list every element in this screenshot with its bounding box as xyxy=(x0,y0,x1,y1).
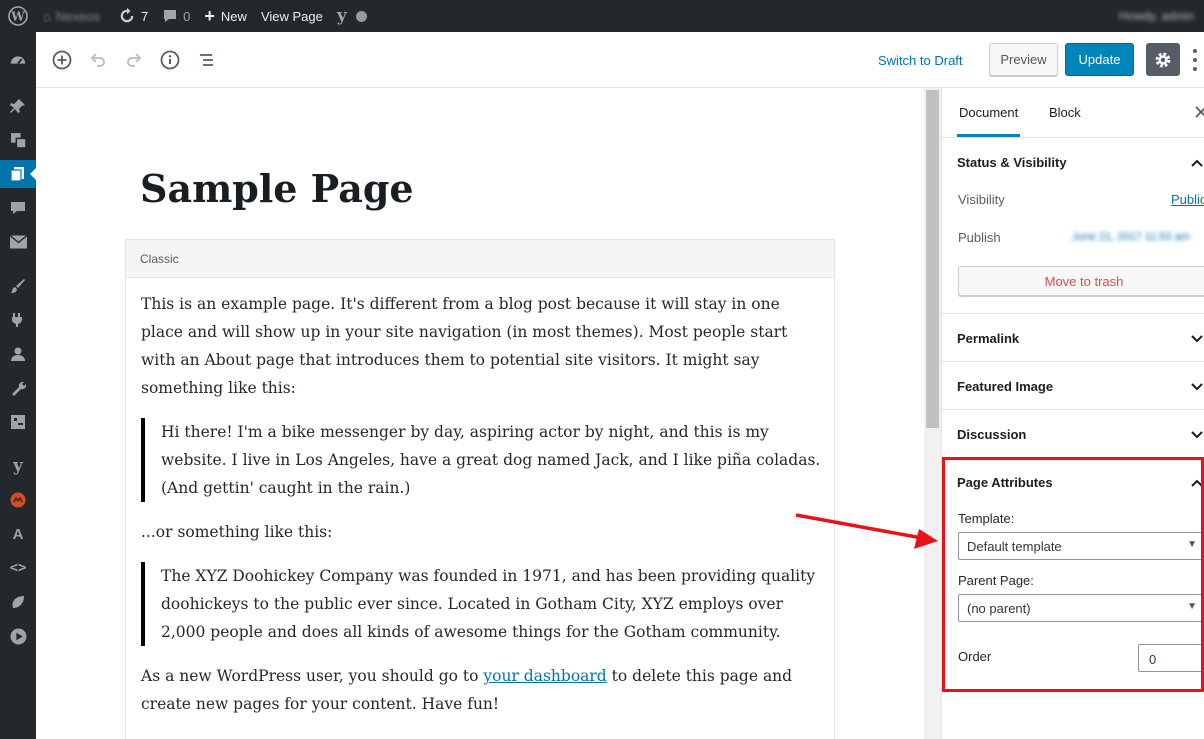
chevron-down-icon[interactable] xyxy=(1190,332,1204,346)
paragraph: ...or something like this: xyxy=(141,523,333,541)
preview-button[interactable]: Preview xyxy=(989,43,1058,76)
permalink-panel: Permalink xyxy=(942,314,1204,362)
info-icon[interactable] xyxy=(158,48,182,72)
publish-label: Publish xyxy=(958,230,1001,245)
new-label: New xyxy=(220,8,247,24)
new-content-link[interactable]: + New xyxy=(197,0,254,32)
updates-link[interactable]: 7 xyxy=(111,0,155,32)
undo-icon[interactable] xyxy=(86,48,110,72)
content-scrollbar[interactable] xyxy=(924,88,941,739)
settings-gear-button[interactable] xyxy=(1146,43,1180,76)
yoast-menu-icon[interactable]: y xyxy=(0,452,36,480)
blockquote-text: The XYZ Doohickey Company was founded in… xyxy=(161,567,816,641)
update-button[interactable]: Update xyxy=(1065,43,1134,76)
featured-image-toggle[interactable]: Featured Image xyxy=(957,379,1053,394)
chevron-down-icon[interactable] xyxy=(1190,380,1204,394)
red-arrow-annotation xyxy=(795,513,938,549)
comments-count: 0 xyxy=(183,8,191,24)
highlight-box xyxy=(942,457,1204,692)
sidebar-tabs: Document Block xyxy=(942,88,1204,138)
classic-block-content[interactable]: This is an example page. It's different … xyxy=(141,290,826,734)
page-title[interactable]: Sample Page xyxy=(140,166,414,211)
leaf-icon[interactable] xyxy=(0,588,36,616)
chevron-up-icon[interactable] xyxy=(1190,156,1204,170)
move-to-trash-button[interactable]: Move to trash xyxy=(958,266,1204,296)
refresh-icon xyxy=(120,7,134,23)
block-navigation-icon[interactable] xyxy=(194,48,218,72)
featured-image-panel: Featured Image xyxy=(942,362,1204,410)
blockquote: Hi there! I'm a bike messenger by day, a… xyxy=(141,418,826,502)
admin-bar: W ⌂ Nexeos 7 0 + New View Page y Howdy, … xyxy=(0,0,1204,32)
visibility-label: Visibility xyxy=(958,192,1005,207)
blockquote: The XYZ Doohickey Company was founded in… xyxy=(141,562,826,646)
comments-link[interactable]: 0 xyxy=(155,0,197,32)
code-icon[interactable]: <> xyxy=(0,554,36,582)
visibility-value-link[interactable]: Public xyxy=(1171,192,1204,207)
users-icon[interactable] xyxy=(0,340,36,368)
pages-icon[interactable] xyxy=(0,160,36,188)
view-page-link[interactable]: View Page xyxy=(254,0,330,32)
svg-text:W: W xyxy=(10,10,25,24)
blockquote-text: Hi there! I'm a bike messenger by day, a… xyxy=(161,423,821,497)
font-icon[interactable]: A xyxy=(0,520,36,548)
classic-block[interactable]: Classic This is an example page. It's di… xyxy=(125,239,835,739)
switch-to-draft-link[interactable]: Switch to Draft xyxy=(878,53,963,68)
add-block-icon[interactable] xyxy=(50,48,74,72)
pin-icon[interactable] xyxy=(0,92,36,120)
admin-menu: y A <> xyxy=(0,32,36,739)
mail-icon[interactable] xyxy=(0,228,36,256)
howdy-account[interactable]: Howdy, admin xyxy=(1119,0,1194,32)
scrollbar-thumb[interactable] xyxy=(926,90,939,428)
play-icon[interactable] xyxy=(0,622,36,650)
tab-block[interactable]: Block xyxy=(1049,88,1081,138)
paragraph: As a new WordPress user, you should go t… xyxy=(141,662,826,718)
discussion-panel: Discussion xyxy=(942,410,1204,458)
updates-count: 7 xyxy=(140,8,149,24)
editor-header: Switch to Draft Preview Update xyxy=(36,32,1204,88)
close-icon[interactable] xyxy=(1192,102,1204,122)
settings-menu-icon[interactable] xyxy=(0,408,36,436)
more-menu-icon[interactable] xyxy=(1188,46,1202,74)
wordpress-logo-icon[interactable]: W xyxy=(0,0,36,32)
plus-icon: + xyxy=(204,5,215,26)
gear-icon xyxy=(1155,52,1171,67)
circle-plugin-icon[interactable] xyxy=(0,486,36,514)
discussion-toggle[interactable]: Discussion xyxy=(957,427,1026,442)
seo-status-dot xyxy=(354,0,369,32)
chevron-down-icon[interactable] xyxy=(1190,428,1204,442)
comment-icon xyxy=(164,10,177,22)
site-name: Nexeos xyxy=(55,8,100,24)
site-name-link[interactable]: ⌂ Nexeos xyxy=(36,0,107,32)
paragraph: This is an example page. It's different … xyxy=(141,295,788,397)
permalink-toggle[interactable]: Permalink xyxy=(957,331,1019,346)
media-icon[interactable] xyxy=(0,126,36,154)
editor-content: Sample Page Classic This is an example p… xyxy=(36,88,924,739)
comments-menu-icon[interactable] xyxy=(0,194,36,222)
dashboard-link[interactable]: your dashboard xyxy=(483,667,606,685)
paragraph-text: As a new WordPress user, you should go t… xyxy=(141,667,484,685)
redo-icon[interactable] xyxy=(122,48,146,72)
publish-date-link[interactable]: June 21, 2017 11:53 am xyxy=(1072,231,1190,243)
tools-icon[interactable] xyxy=(0,374,36,402)
home-icon: ⌂ xyxy=(43,8,51,24)
status-visibility-toggle[interactable]: Status & Visibility xyxy=(957,155,1067,170)
yoast-icon[interactable]: y xyxy=(330,0,354,32)
classic-block-label: Classic xyxy=(126,240,834,278)
tab-document[interactable]: Document xyxy=(957,88,1021,137)
dashboard-icon[interactable] xyxy=(0,46,36,74)
appearance-icon[interactable] xyxy=(0,272,36,300)
plugins-icon[interactable] xyxy=(0,306,36,334)
